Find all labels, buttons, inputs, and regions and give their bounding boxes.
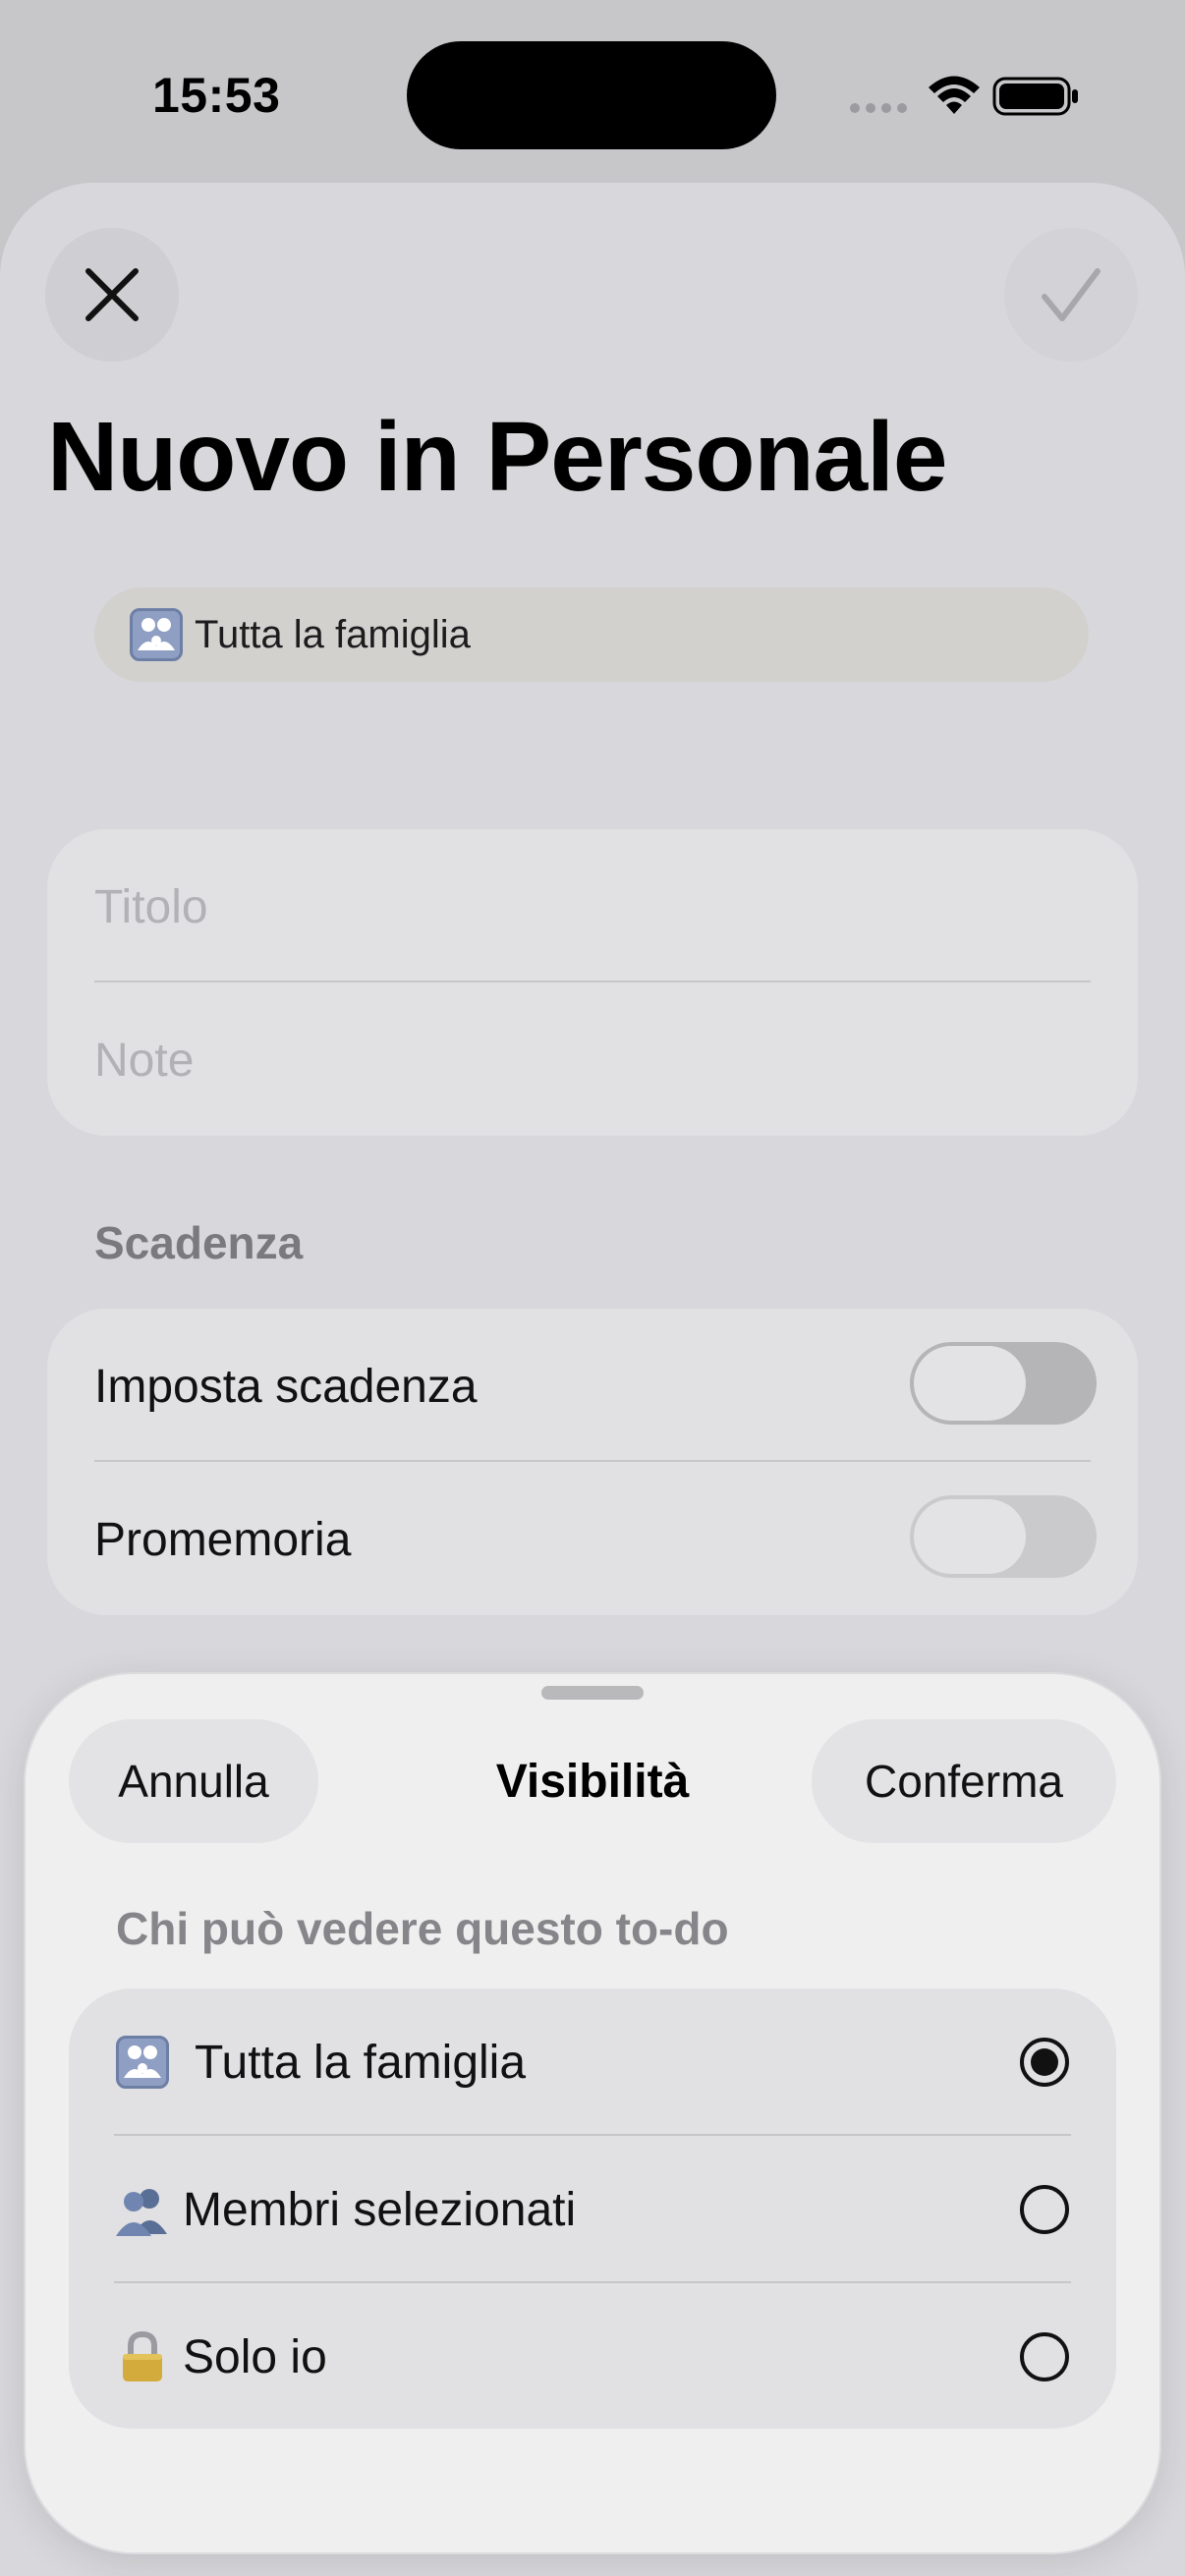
option-label: Solo io bbox=[183, 2330, 327, 2383]
close-icon bbox=[85, 268, 139, 321]
visibility-chip-label: Tutta la famiglia bbox=[195, 612, 471, 656]
divider bbox=[94, 1460, 1091, 1462]
divider bbox=[94, 980, 1091, 982]
section-header-due: Scadenza bbox=[94, 1217, 304, 1268]
notes-field[interactable]: Note bbox=[94, 1034, 194, 1088]
signal-icon bbox=[850, 103, 907, 113]
visibility-popover: Annulla Visibilità Conferma Chi può vede… bbox=[26, 1674, 1159, 2552]
confirm-button[interactable]: Conferma bbox=[812, 1719, 1116, 1843]
title-notes-card: Titolo Note bbox=[47, 829, 1138, 1136]
sheet-grabber[interactable] bbox=[541, 1686, 644, 1700]
reminder-toggle[interactable] bbox=[910, 1495, 1097, 1578]
lock-icon bbox=[116, 2330, 169, 2383]
radio-selected[interactable] bbox=[1020, 2038, 1069, 2087]
title-field[interactable]: Titolo bbox=[94, 880, 208, 934]
set-due-label: Imposta scadenza bbox=[94, 1361, 478, 1413]
dynamic-island bbox=[407, 41, 776, 149]
toggle-knob bbox=[914, 1499, 1026, 1574]
radio-unselected[interactable] bbox=[1020, 2185, 1069, 2234]
wifi-icon bbox=[929, 76, 980, 114]
option-selected-members[interactable]: Membri selezionati bbox=[69, 2136, 1116, 2283]
option-label: Tutta la famiglia bbox=[195, 2036, 527, 2089]
visibility-options: Tutta la famiglia Membri selezionati Sol… bbox=[69, 1988, 1116, 2429]
reminder-label: Promemoria bbox=[94, 1514, 352, 1566]
family-icon bbox=[116, 2036, 169, 2089]
radio-unselected[interactable] bbox=[1020, 2332, 1069, 2381]
checkmark-icon bbox=[1042, 268, 1100, 321]
page-title: Nuovo in Personale bbox=[47, 402, 948, 512]
toggle-knob bbox=[914, 1346, 1026, 1421]
status-icons bbox=[845, 73, 1081, 122]
close-button[interactable] bbox=[45, 228, 179, 362]
option-label: Membri selezionati bbox=[183, 2183, 577, 2236]
confirm-check-button[interactable] bbox=[1004, 228, 1138, 362]
set-due-toggle[interactable] bbox=[910, 1342, 1097, 1425]
status-time: 15:53 bbox=[152, 68, 281, 123]
people-icon bbox=[116, 2183, 169, 2236]
status-bar: 15:53 bbox=[0, 0, 1185, 187]
option-only-me[interactable]: Solo io bbox=[69, 2283, 1116, 2431]
popover-subtitle: Chi può vedere questo to-do bbox=[116, 1903, 729, 1954]
family-icon bbox=[130, 608, 183, 661]
option-whole-family[interactable]: Tutta la famiglia bbox=[69, 1988, 1116, 2136]
visibility-chip[interactable]: Tutta la famiglia bbox=[94, 588, 1089, 682]
battery-icon bbox=[992, 77, 1078, 116]
due-card: Imposta scadenza Promemoria bbox=[47, 1309, 1138, 1615]
